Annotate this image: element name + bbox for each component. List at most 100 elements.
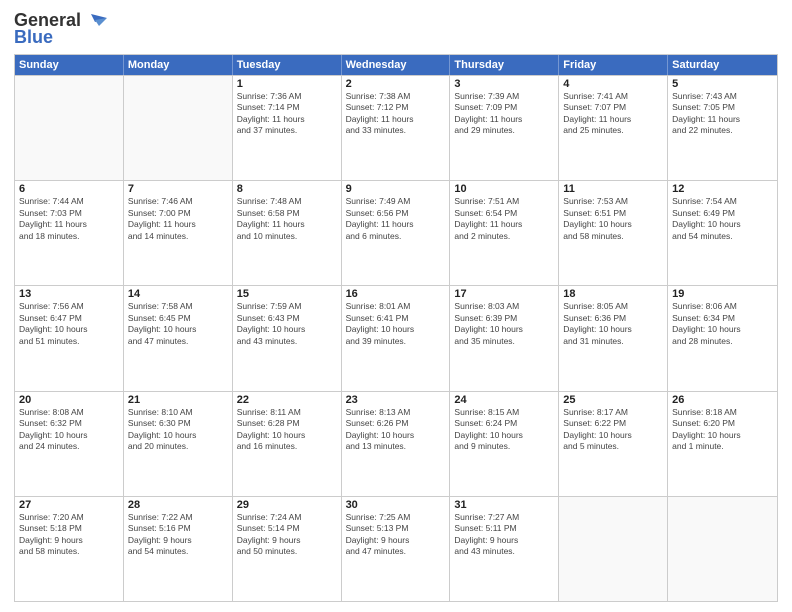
day-number: 22 — [237, 394, 337, 406]
day-info: Sunrise: 7:59 AM Sunset: 6:43 PM Dayligh… — [237, 301, 337, 347]
day-info: Sunrise: 7:41 AM Sunset: 7:07 PM Dayligh… — [563, 91, 663, 137]
day-info: Sunrise: 8:17 AM Sunset: 6:22 PM Dayligh… — [563, 407, 663, 453]
day-number: 18 — [563, 288, 663, 300]
day-cell-11: 11Sunrise: 7:53 AM Sunset: 6:51 PM Dayli… — [559, 181, 668, 285]
day-info: Sunrise: 8:03 AM Sunset: 6:39 PM Dayligh… — [454, 301, 554, 347]
day-info: Sunrise: 7:49 AM Sunset: 6:56 PM Dayligh… — [346, 196, 446, 242]
weekday-header-wednesday: Wednesday — [342, 55, 451, 75]
day-cell-7: 7Sunrise: 7:46 AM Sunset: 7:00 PM Daylig… — [124, 181, 233, 285]
weekday-header-monday: Monday — [124, 55, 233, 75]
day-info: Sunrise: 7:25 AM Sunset: 5:13 PM Dayligh… — [346, 512, 446, 558]
day-info: Sunrise: 8:05 AM Sunset: 6:36 PM Dayligh… — [563, 301, 663, 347]
calendar-row-5: 27Sunrise: 7:20 AM Sunset: 5:18 PM Dayli… — [15, 496, 777, 601]
day-info: Sunrise: 8:08 AM Sunset: 6:32 PM Dayligh… — [19, 407, 119, 453]
day-cell-26: 26Sunrise: 8:18 AM Sunset: 6:20 PM Dayli… — [668, 392, 777, 496]
day-cell-21: 21Sunrise: 8:10 AM Sunset: 6:30 PM Dayli… — [124, 392, 233, 496]
day-cell-18: 18Sunrise: 8:05 AM Sunset: 6:36 PM Dayli… — [559, 286, 668, 390]
day-info: Sunrise: 8:13 AM Sunset: 6:26 PM Dayligh… — [346, 407, 446, 453]
day-number: 7 — [128, 183, 228, 195]
page: General Blue SundayMondayTuesdayWednesda… — [0, 0, 792, 612]
day-info: Sunrise: 7:58 AM Sunset: 6:45 PM Dayligh… — [128, 301, 228, 347]
day-info: Sunrise: 7:51 AM Sunset: 6:54 PM Dayligh… — [454, 196, 554, 242]
day-cell-22: 22Sunrise: 8:11 AM Sunset: 6:28 PM Dayli… — [233, 392, 342, 496]
day-number: 9 — [346, 183, 446, 195]
day-number: 3 — [454, 78, 554, 90]
day-cell-2: 2Sunrise: 7:38 AM Sunset: 7:12 PM Daylig… — [342, 76, 451, 180]
day-number: 30 — [346, 499, 446, 511]
day-info: Sunrise: 8:18 AM Sunset: 6:20 PM Dayligh… — [672, 407, 773, 453]
day-number: 25 — [563, 394, 663, 406]
day-number: 10 — [454, 183, 554, 195]
day-cell-12: 12Sunrise: 7:54 AM Sunset: 6:49 PM Dayli… — [668, 181, 777, 285]
day-number: 2 — [346, 78, 446, 90]
day-info: Sunrise: 8:10 AM Sunset: 6:30 PM Dayligh… — [128, 407, 228, 453]
empty-cell — [124, 76, 233, 180]
day-number: 21 — [128, 394, 228, 406]
day-info: Sunrise: 7:39 AM Sunset: 7:09 PM Dayligh… — [454, 91, 554, 137]
day-number: 28 — [128, 499, 228, 511]
header: General Blue — [14, 10, 778, 48]
day-info: Sunrise: 7:53 AM Sunset: 6:51 PM Dayligh… — [563, 196, 663, 242]
day-cell-10: 10Sunrise: 7:51 AM Sunset: 6:54 PM Dayli… — [450, 181, 559, 285]
day-cell-4: 4Sunrise: 7:41 AM Sunset: 7:07 PM Daylig… — [559, 76, 668, 180]
day-number: 24 — [454, 394, 554, 406]
day-info: Sunrise: 8:15 AM Sunset: 6:24 PM Dayligh… — [454, 407, 554, 453]
day-number: 12 — [672, 183, 773, 195]
day-info: Sunrise: 7:43 AM Sunset: 7:05 PM Dayligh… — [672, 91, 773, 137]
day-info: Sunrise: 7:38 AM Sunset: 7:12 PM Dayligh… — [346, 91, 446, 137]
day-number: 13 — [19, 288, 119, 300]
weekday-header-friday: Friday — [559, 55, 668, 75]
day-cell-1: 1Sunrise: 7:36 AM Sunset: 7:14 PM Daylig… — [233, 76, 342, 180]
day-number: 19 — [672, 288, 773, 300]
day-number: 23 — [346, 394, 446, 406]
empty-cell — [15, 76, 124, 180]
day-info: Sunrise: 7:22 AM Sunset: 5:16 PM Dayligh… — [128, 512, 228, 558]
logo-bird-icon — [85, 12, 107, 30]
day-cell-23: 23Sunrise: 8:13 AM Sunset: 6:26 PM Dayli… — [342, 392, 451, 496]
day-info: Sunrise: 7:27 AM Sunset: 5:11 PM Dayligh… — [454, 512, 554, 558]
empty-cell — [668, 497, 777, 601]
weekday-header-sunday: Sunday — [15, 55, 124, 75]
day-cell-20: 20Sunrise: 8:08 AM Sunset: 6:32 PM Dayli… — [15, 392, 124, 496]
day-number: 14 — [128, 288, 228, 300]
calendar-row-2: 6Sunrise: 7:44 AM Sunset: 7:03 PM Daylig… — [15, 180, 777, 285]
day-cell-5: 5Sunrise: 7:43 AM Sunset: 7:05 PM Daylig… — [668, 76, 777, 180]
day-info: Sunrise: 7:48 AM Sunset: 6:58 PM Dayligh… — [237, 196, 337, 242]
day-cell-3: 3Sunrise: 7:39 AM Sunset: 7:09 PM Daylig… — [450, 76, 559, 180]
day-cell-14: 14Sunrise: 7:58 AM Sunset: 6:45 PM Dayli… — [124, 286, 233, 390]
day-number: 4 — [563, 78, 663, 90]
day-info: Sunrise: 7:56 AM Sunset: 6:47 PM Dayligh… — [19, 301, 119, 347]
day-number: 1 — [237, 78, 337, 90]
day-cell-31: 31Sunrise: 7:27 AM Sunset: 5:11 PM Dayli… — [450, 497, 559, 601]
day-cell-15: 15Sunrise: 7:59 AM Sunset: 6:43 PM Dayli… — [233, 286, 342, 390]
day-cell-25: 25Sunrise: 8:17 AM Sunset: 6:22 PM Dayli… — [559, 392, 668, 496]
day-info: Sunrise: 7:46 AM Sunset: 7:00 PM Dayligh… — [128, 196, 228, 242]
calendar-row-4: 20Sunrise: 8:08 AM Sunset: 6:32 PM Dayli… — [15, 391, 777, 496]
day-cell-13: 13Sunrise: 7:56 AM Sunset: 6:47 PM Dayli… — [15, 286, 124, 390]
calendar: SundayMondayTuesdayWednesdayThursdayFrid… — [14, 54, 778, 602]
day-number: 6 — [19, 183, 119, 195]
day-cell-24: 24Sunrise: 8:15 AM Sunset: 6:24 PM Dayli… — [450, 392, 559, 496]
day-number: 26 — [672, 394, 773, 406]
weekday-header-saturday: Saturday — [668, 55, 777, 75]
day-info: Sunrise: 7:24 AM Sunset: 5:14 PM Dayligh… — [237, 512, 337, 558]
day-info: Sunrise: 7:54 AM Sunset: 6:49 PM Dayligh… — [672, 196, 773, 242]
day-number: 11 — [563, 183, 663, 195]
day-number: 17 — [454, 288, 554, 300]
day-cell-16: 16Sunrise: 8:01 AM Sunset: 6:41 PM Dayli… — [342, 286, 451, 390]
day-number: 5 — [672, 78, 773, 90]
day-number: 20 — [19, 394, 119, 406]
day-number: 31 — [454, 499, 554, 511]
logo: General Blue — [14, 10, 107, 48]
day-cell-29: 29Sunrise: 7:24 AM Sunset: 5:14 PM Dayli… — [233, 497, 342, 601]
calendar-header: SundayMondayTuesdayWednesdayThursdayFrid… — [15, 55, 777, 75]
weekday-header-tuesday: Tuesday — [233, 55, 342, 75]
day-number: 16 — [346, 288, 446, 300]
logo-blue: Blue — [14, 27, 53, 48]
day-info: Sunrise: 7:44 AM Sunset: 7:03 PM Dayligh… — [19, 196, 119, 242]
calendar-body: 1Sunrise: 7:36 AM Sunset: 7:14 PM Daylig… — [15, 75, 777, 601]
weekday-header-thursday: Thursday — [450, 55, 559, 75]
day-info: Sunrise: 8:11 AM Sunset: 6:28 PM Dayligh… — [237, 407, 337, 453]
day-cell-9: 9Sunrise: 7:49 AM Sunset: 6:56 PM Daylig… — [342, 181, 451, 285]
day-number: 29 — [237, 499, 337, 511]
